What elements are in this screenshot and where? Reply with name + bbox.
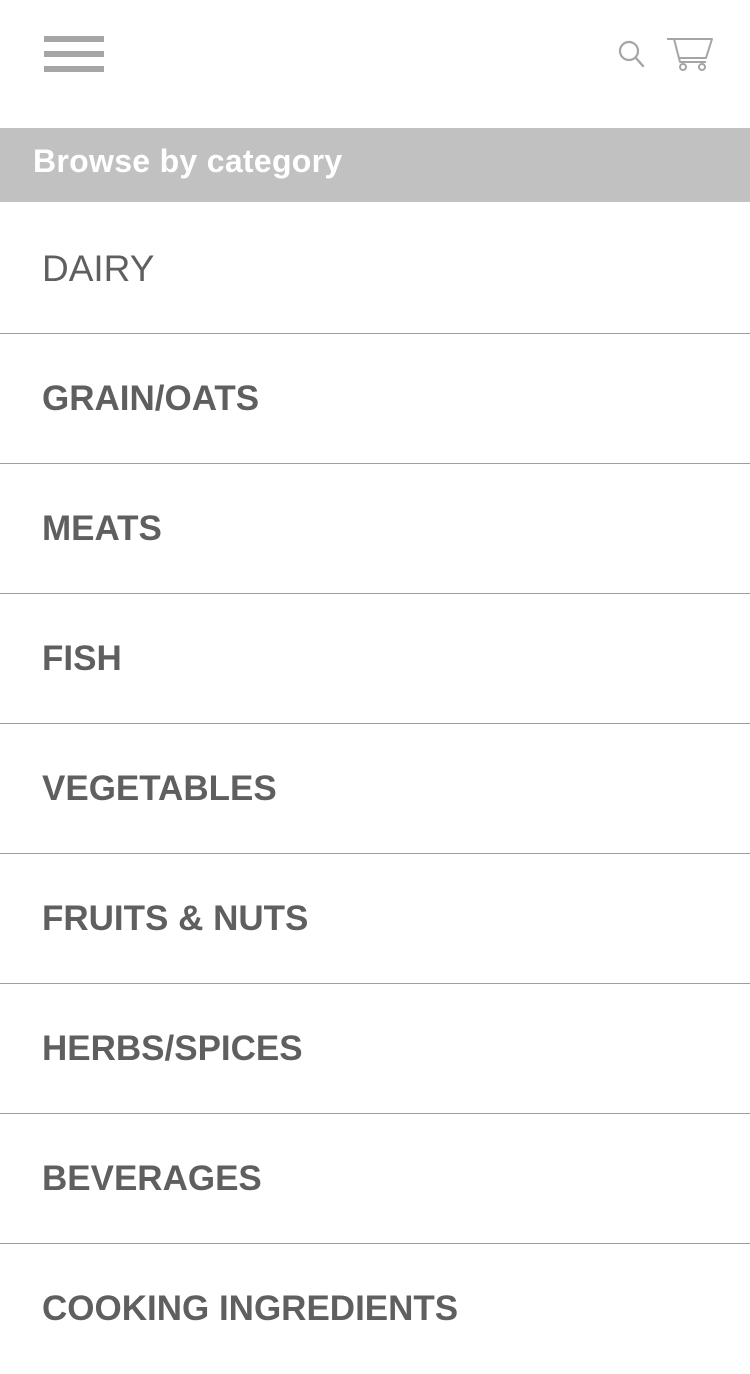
hamburger-menu-icon-line (44, 51, 104, 57)
banner-title: Browse by category (33, 143, 343, 179)
shopping-cart-icon (667, 38, 713, 71)
search-icon (618, 40, 645, 68)
hamburger-menu-icon-line (44, 66, 104, 72)
category-label: VEGETABLES (42, 769, 277, 808)
category-label: FISH (42, 639, 122, 678)
top-bar (0, 0, 750, 128)
category-item-fruits-nuts[interactable]: FRUITS & NUTS (0, 854, 750, 984)
hamburger-menu-icon (44, 36, 104, 42)
browse-by-category-banner: Browse by category (0, 128, 750, 202)
category-label: BEVERAGES (42, 1159, 262, 1198)
category-item-herbs-spices[interactable]: HERBS/SPICES (0, 984, 750, 1114)
category-list: DAIRY GRAIN/OATS MEATS FISH VEGETABLES F… (0, 202, 750, 1373)
category-item-vegetables[interactable]: VEGETABLES (0, 724, 750, 854)
category-label: COOKING INGREDIENTS (42, 1289, 459, 1328)
category-label: HERBS/SPICES (42, 1029, 303, 1068)
category-label: GRAIN/OATS (42, 379, 260, 418)
hamburger-menu-button[interactable] (44, 34, 104, 74)
category-item-meats[interactable]: MEATS (0, 464, 750, 594)
cart-button[interactable] (664, 34, 716, 74)
category-label: DAIRY (42, 248, 155, 289)
category-item-cooking-ingredients[interactable]: COOKING INGREDIENTS (0, 1244, 750, 1373)
category-item-fish[interactable]: FISH (0, 594, 750, 724)
category-item-beverages[interactable]: BEVERAGES (0, 1114, 750, 1244)
search-button[interactable] (616, 38, 648, 72)
category-label: FRUITS & NUTS (42, 899, 309, 938)
category-item-grain-oats[interactable]: GRAIN/OATS (0, 334, 750, 464)
category-label: MEATS (42, 509, 162, 548)
category-item-dairy[interactable]: DAIRY (0, 202, 750, 334)
